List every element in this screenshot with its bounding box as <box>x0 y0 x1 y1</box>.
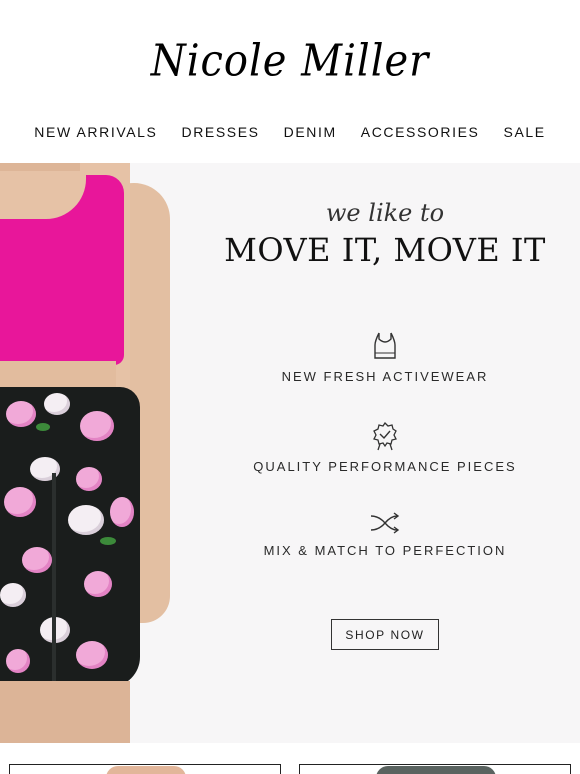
shop-now-button[interactable]: SHOP NOW <box>331 619 439 650</box>
floral-print <box>0 583 26 607</box>
feature-label: MIX & MATCH TO PERFECTION <box>263 543 507 558</box>
feature-label: QUALITY PERFORMANCE PIECES <box>253 459 517 474</box>
floral-print <box>100 537 116 545</box>
nav-item-new-arrivals[interactable]: NEW ARRIVALS <box>34 124 157 146</box>
product-tile[interactable] <box>9 764 281 774</box>
product-tile[interactable] <box>299 764 571 774</box>
model-thigh <box>0 681 130 743</box>
floral-print <box>6 649 30 673</box>
floral-print <box>22 547 52 573</box>
hero-banner[interactable]: we like to MOVE IT, MOVE IT NEW FRESH AC… <box>0 163 580 743</box>
floral-print <box>84 571 112 597</box>
shorts-seam <box>52 473 56 687</box>
floral-print <box>36 423 50 431</box>
feature-activewear: NEW FRESH ACTIVEWEAR <box>250 331 520 384</box>
floral-print <box>80 411 114 441</box>
feature-label: NEW FRESH ACTIVEWEAR <box>281 369 489 384</box>
nav-item-denim[interactable]: DENIM <box>284 124 337 146</box>
award-badge-icon <box>373 421 397 451</box>
floral-print <box>4 487 36 517</box>
brand-logo[interactable]: Nicole Miller <box>0 26 580 96</box>
floral-print <box>6 401 36 427</box>
floral-bike-shorts <box>0 387 140 687</box>
feature-quality: QUALITY PERFORMANCE PIECES <box>250 421 520 474</box>
floral-print <box>44 393 70 415</box>
tank-top-icon <box>374 332 396 359</box>
floral-print <box>76 641 108 669</box>
feature-mix-match: MIX & MATCH TO PERFECTION <box>250 511 520 558</box>
floral-print <box>76 467 102 491</box>
hero-script-text: we like to <box>325 199 445 227</box>
floral-print <box>110 497 134 527</box>
main-nav: NEW ARRIVALS DRESSES DENIM ACCESSORIES S… <box>0 124 580 146</box>
shuffle-icon <box>370 512 400 534</box>
product-image <box>106 766 186 774</box>
floral-print <box>68 505 104 535</box>
product-tiles-row <box>0 764 580 774</box>
nav-item-sale[interactable]: SALE <box>504 124 546 146</box>
hero-headline: MOVE IT, MOVE IT <box>224 231 546 269</box>
nav-item-dresses[interactable]: DRESSES <box>182 124 260 146</box>
logo-text: Nicole Miller <box>150 35 430 87</box>
product-image <box>376 766 496 774</box>
nav-item-accessories[interactable]: ACCESSORIES <box>361 124 480 146</box>
